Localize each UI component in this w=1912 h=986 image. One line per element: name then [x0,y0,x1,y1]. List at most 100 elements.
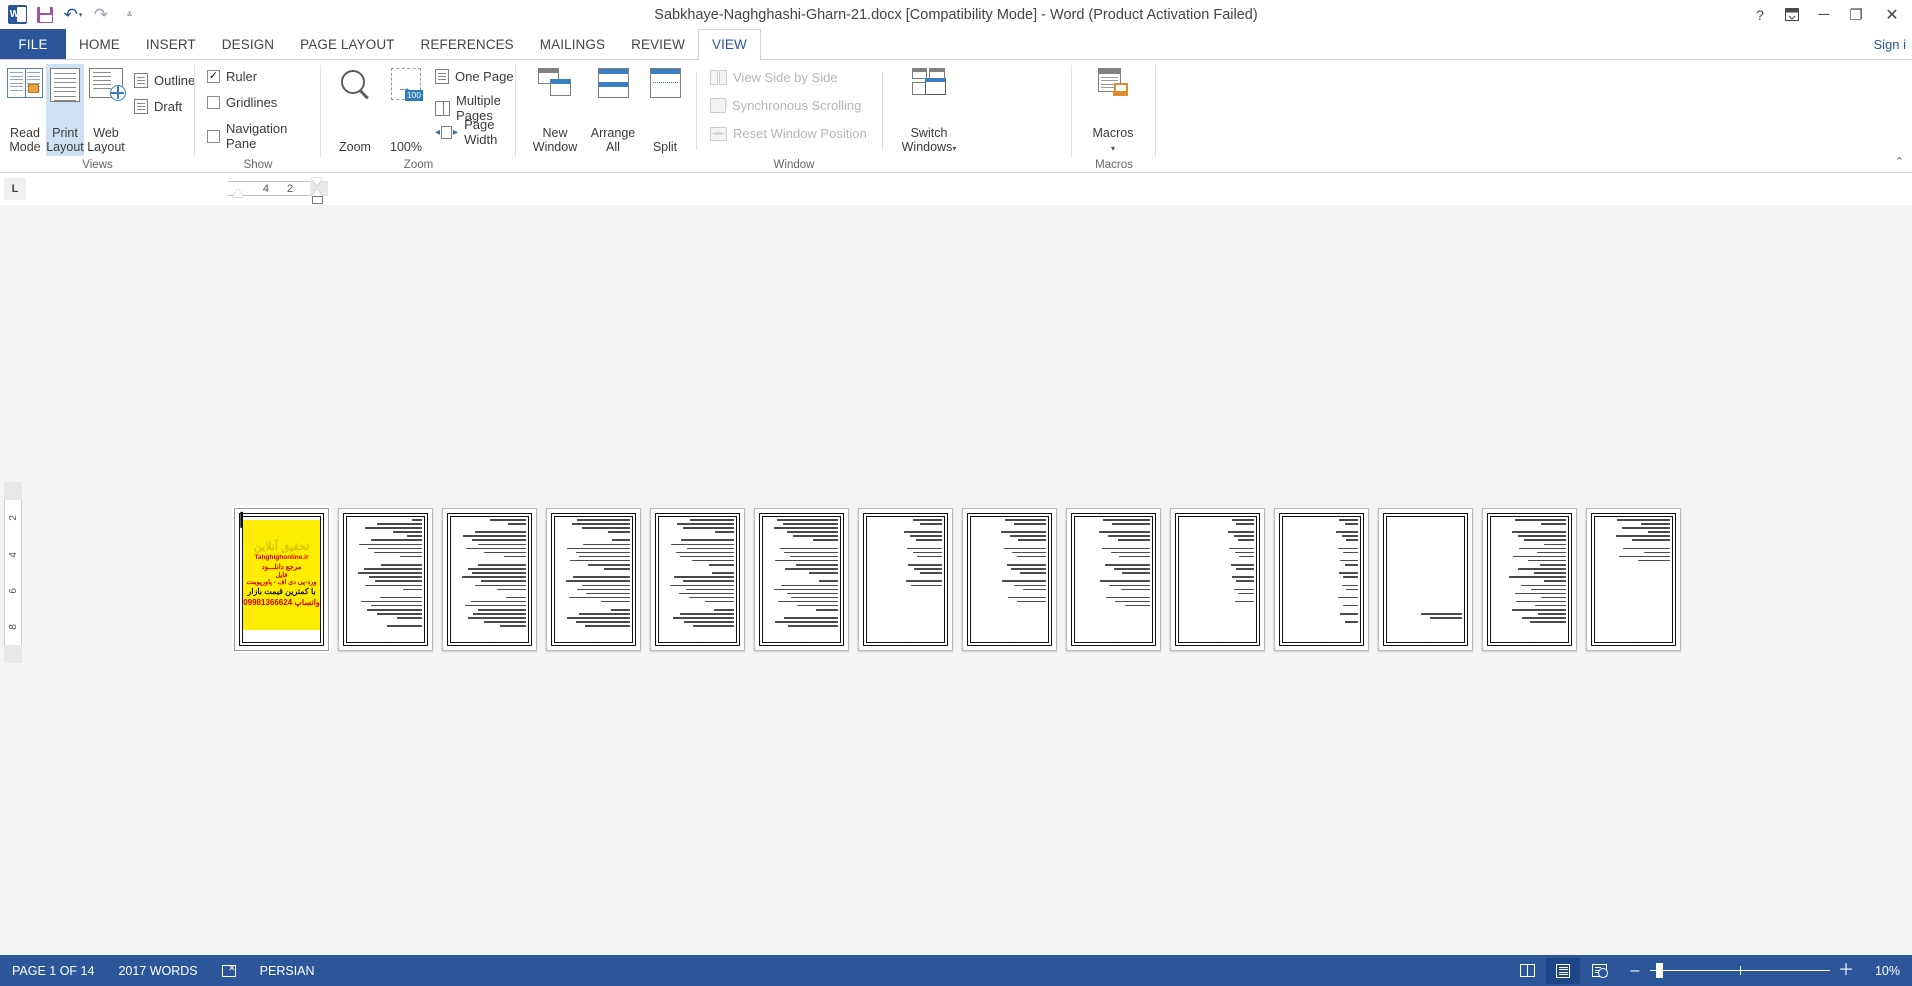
text-line [1511,531,1566,533]
word-count[interactable]: 2017 WORDS [106,964,209,978]
tab-review[interactable]: REVIEW [618,29,698,59]
text-line [1008,596,1046,599]
page-number: · [1216,639,1219,644]
tab-view[interactable]: VIEW [697,29,761,60]
page-number: · [592,639,595,644]
document-canvas[interactable]: 2 4 6 8 تحقیق آنلاین Tahghighonline.ir مرج… [0,205,1912,955]
tab-stop-selector[interactable]: L [4,178,26,200]
text-line [474,531,526,533]
page-thumbnail-3[interactable]: · [442,508,537,651]
text-line [1003,547,1046,550]
tab-mailings[interactable]: MAILINGS [527,29,618,59]
ribbon-tab-strip: FILE HOME INSERT DESIGN PAGE LAYOUT REFE… [0,29,1912,60]
text-line [1621,527,1670,529]
status-print-layout-icon[interactable] [1546,957,1580,984]
print-layout-button[interactable]: Print Layout [46,64,84,156]
one-page-icon [435,69,449,84]
zoom-slider-track[interactable] [1650,963,1830,978]
page-thumbnail-13[interactable]: · [1482,508,1577,651]
text-line [779,547,838,550]
gridlines-checkbox[interactable]: Gridlines [207,95,277,110]
web-layout-button[interactable]: Web Layout [84,64,128,156]
right-indent-marker-top[interactable] [311,178,323,186]
zoom-in-button[interactable]: ＋ [1838,962,1854,979]
ruler-mark-2: 2 [287,182,294,195]
page-thumbnail-4[interactable]: · [546,508,641,651]
page-thumbnail-14[interactable]: · [1586,508,1681,651]
page-text-block [1597,519,1670,638]
ribbon-display-options-icon[interactable] [1776,0,1808,29]
page-width-button[interactable]: ◂ ▸ Page Width [435,117,516,147]
reset-window-position-button[interactable]: ⇥⇤ Reset Window Position [710,126,867,141]
text-line [1002,580,1046,582]
first-line-indent-marker[interactable] [232,189,244,197]
page-thumbnail-12[interactable]: · [1378,508,1473,651]
ad-headline: تحقیق آنلاین [253,540,310,553]
page-number: · [1632,639,1635,644]
tab-page-layout[interactable]: PAGE LAYOUT [287,29,407,59]
page-thumbnail-1[interactable]: تحقیق آنلاین Tahghighonline.ir مرجع دانلــ… [232,506,331,653]
text-line [1343,576,1358,578]
text-line [1340,559,1358,562]
text-line [489,519,526,521]
macros-button[interactable]: Macros ▾ [1082,64,1144,156]
tab-insert[interactable]: INSERT [133,29,209,59]
arrange-all-button[interactable]: Arrange All [584,64,642,156]
view-side-by-side-button[interactable]: View Side by Side [710,70,838,85]
help-icon[interactable]: ? [1744,0,1776,29]
tab-file[interactable]: FILE [0,29,66,59]
page-thumbnail-2[interactable]: · [338,508,433,651]
ruler-checkbox[interactable]: ✓ Ruler [207,69,257,84]
vruler-mark-4: 4 [7,551,19,558]
status-read-mode-icon[interactable] [1510,958,1544,984]
page-thumbnail-7[interactable]: · [858,508,953,651]
zoom-level-value[interactable]: 10% [1860,964,1900,978]
synchronous-scrolling-button[interactable]: Synchronous Scrolling [710,97,861,113]
close-icon[interactable]: ✕ [1872,0,1912,29]
page-indicator[interactable]: PAGE 1 OF 14 [0,964,106,978]
page-thumbnail-6[interactable]: · [754,508,849,651]
page-thumbnail-11[interactable]: · [1274,508,1369,651]
navigation-pane-checkbox[interactable]: Navigation Pane [207,121,321,151]
draft-button[interactable]: Draft [134,99,182,114]
text-line [709,564,734,566]
text-line [1535,604,1566,607]
new-window-button[interactable]: New Window [526,64,584,156]
status-web-layout-icon[interactable] [1582,958,1616,984]
text-line [567,617,630,619]
tab-references[interactable]: REFERENCES [408,29,527,59]
zoom-slider-thumb[interactable] [1656,963,1663,978]
split-button[interactable]: Split [642,64,688,156]
zoom-100-button[interactable]: → 100 100% [381,64,431,156]
text-line [781,584,838,586]
minimize-icon[interactable]: ─ [1808,0,1840,29]
macros-caret-icon[interactable]: ▾ [1111,144,1115,153]
text-line [908,564,942,566]
text-line [1237,539,1254,541]
text-line [688,596,734,599]
text-line [575,621,630,623]
text-line [1509,576,1566,578]
page-thumbnail-10[interactable]: · [1170,508,1265,651]
one-page-button[interactable]: One Page [435,69,514,84]
language-indicator[interactable]: PERSIAN [248,964,327,978]
text-line [1113,568,1150,570]
web-layout-label-line1: Web [93,126,119,140]
zoom-button[interactable]: Zoom [329,64,381,156]
sign-in-link[interactable]: Sign i [1873,29,1906,60]
outline-button[interactable]: Outline [134,73,195,88]
page-thumbnail-9[interactable]: · [1066,508,1161,651]
collapse-ribbon-icon[interactable]: ⌃ [1895,155,1904,168]
vertical-ruler[interactable]: 2 4 6 8 [4,500,22,645]
tab-design[interactable]: DESIGN [209,29,287,59]
zoom-out-button[interactable]: – [1628,962,1642,979]
page-thumbnail-8[interactable]: · [962,508,1057,651]
restore-icon[interactable]: ❐ [1840,0,1872,29]
read-mode-button[interactable]: Read Mode [4,64,46,156]
proofing-errors-icon[interactable] [210,963,248,977]
left-indent-marker[interactable] [312,196,323,204]
tab-home[interactable]: HOME [66,29,133,59]
page-thumbnail-5[interactable]: · [650,508,745,651]
switch-windows-button[interactable]: Switch Windows▾ [894,64,964,156]
split-icon [649,68,681,98]
